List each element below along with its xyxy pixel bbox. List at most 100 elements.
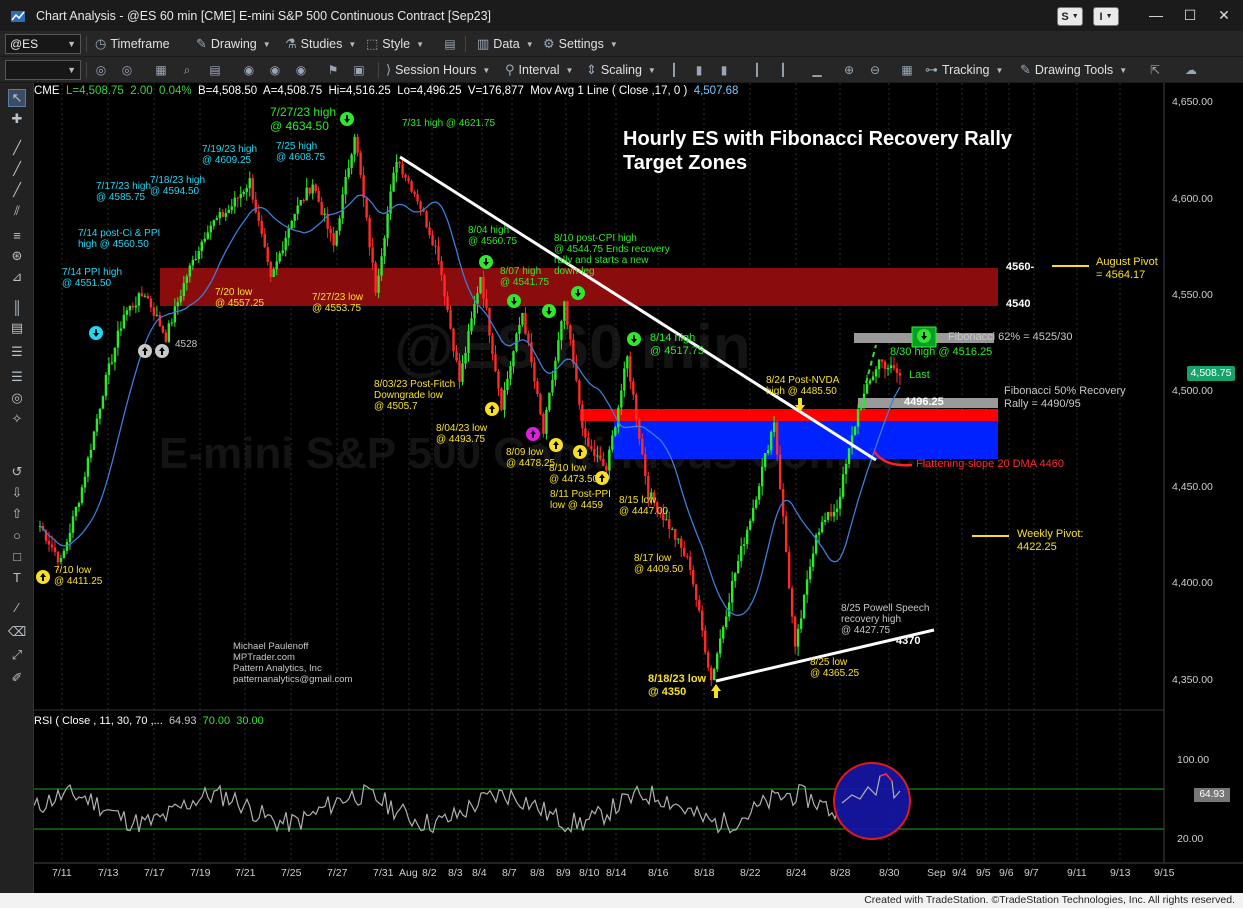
candle-body	[506, 378, 509, 391]
candle-body	[680, 538, 683, 548]
candle-body	[880, 359, 884, 362]
candle-body	[260, 220, 263, 235]
undo-icon[interactable]: ↺	[8, 463, 26, 481]
data-menu[interactable]: ▥ Data ▼	[477, 35, 534, 53]
candle-body	[560, 321, 563, 341]
hlc-icon[interactable]: ┃	[748, 61, 766, 79]
candle-body	[380, 256, 383, 276]
maximize-icon[interactable]: ☐	[1178, 4, 1202, 26]
candle-body	[722, 626, 725, 639]
ellipse-bars-icon[interactable]: ▤	[8, 319, 26, 337]
target3-icon[interactable]: ◉	[292, 61, 310, 79]
chart-app-icon	[11, 10, 25, 22]
annotation-4560: 4560-	[1006, 261, 1035, 273]
i-button[interactable]: I ▼	[1093, 7, 1119, 26]
price-label-4500: 4,500.00	[1172, 385, 1213, 397]
grid2-icon[interactable]: ▦	[898, 61, 916, 79]
measure-icon[interactable]: ⤢	[8, 646, 26, 664]
candle2-icon[interactable]: ▮	[715, 61, 733, 79]
candle-body	[146, 295, 150, 299]
zoom-out-icon[interactable]: ⊖	[866, 61, 884, 79]
text-icon[interactable]: T	[8, 568, 26, 586]
candle-body	[191, 259, 195, 266]
candle-icon[interactable]: ▮	[690, 61, 708, 79]
pointer-icon[interactable]: ↖	[8, 89, 26, 107]
drawing-tools-menu[interactable]: ✎ Drawing Tools ▼	[1020, 61, 1127, 79]
ray-icon[interactable]: ╱	[8, 181, 26, 199]
scaling-menu[interactable]: ⇕ Scaling ▼	[586, 61, 656, 79]
time-cycle-icon[interactable]: ☰	[8, 368, 26, 386]
s-button[interactable]: S ▼	[1057, 7, 1083, 26]
crosshair-icon[interactable]: ✚	[8, 110, 26, 128]
candle-body	[512, 351, 515, 367]
highlight-icon[interactable]: ✐	[8, 669, 26, 687]
eraser-icon[interactable]: ⌫	[8, 623, 26, 641]
interval-menu[interactable]: ⚲ Interval ▼	[505, 61, 573, 79]
target-icon[interactable]: ◉	[240, 61, 258, 79]
regression-icon[interactable]: ✧	[8, 410, 26, 428]
export-icon[interactable]: ⇱	[1146, 61, 1164, 79]
timeframe-menu[interactable]: ◷ Timeframe	[95, 35, 170, 53]
bars-tool-icon[interactable]: ║	[8, 298, 26, 316]
zoom-in-icon[interactable]: ⊕	[840, 61, 858, 79]
session-hours-menu[interactable]: ⟩ Session Hours ▼	[386, 61, 490, 79]
studies-menu[interactable]: ⚗ Studies ▼	[285, 35, 356, 53]
target2-icon[interactable]: ◉	[266, 61, 284, 79]
link2-icon[interactable]: ◎	[118, 61, 136, 79]
candle-body	[491, 335, 494, 355]
horizontal-icon[interactable]: ☰	[8, 343, 26, 361]
annotation-8-15-low: 8/15 low @ 4447.00	[619, 495, 669, 517]
time-axis-label: 7/25	[281, 867, 302, 879]
tracking-menu[interactable]: ⊶ Tracking ▼	[925, 61, 1003, 79]
price-chart[interactable]: @ES 60 min E-mini S&P 500 Continuous Con…	[34, 83, 1243, 893]
symbol-input[interactable]: @ES ▼	[5, 34, 81, 54]
settings-menu[interactable]: ⚙ Settings ▼	[543, 35, 618, 53]
arrow-down-icon[interactable]: ⇩	[8, 484, 26, 502]
sell-arrow-marker	[542, 304, 556, 318]
yellow-arrow-marker	[711, 684, 721, 698]
chat-icon[interactable]: ☁	[1182, 61, 1200, 79]
speedline-icon[interactable]: ⊿	[8, 268, 26, 286]
candle-body	[290, 220, 293, 229]
bar-type-icon[interactable]: ▤	[206, 61, 224, 79]
zoom-data-icon[interactable]: ⌕	[178, 61, 196, 79]
ohlc-icon[interactable]: ┃	[774, 61, 792, 79]
channel-icon[interactable]: ⫽	[8, 202, 26, 220]
rsi-label: RSI ( Close , 11, 30, 70 ,... 64.93 70.0…	[34, 715, 264, 727]
grid-icon[interactable]: ▦	[152, 61, 170, 79]
minimize-icon[interactable]: —	[1144, 4, 1168, 26]
candle-body	[185, 276, 189, 284]
candle-body	[134, 305, 138, 308]
link-icon[interactable]: ◎	[92, 61, 110, 79]
drawing-menu[interactable]: ✎ Drawing ▼	[196, 35, 271, 53]
candle-body	[847, 448, 851, 464]
time-axis-label: 8/9	[556, 867, 571, 879]
style-menu[interactable]: ⬚ Style ▼	[366, 35, 424, 53]
gann-icon[interactable]: ⊛	[8, 247, 26, 265]
layout-icon[interactable]: ▤	[441, 35, 459, 53]
interval-input[interactable]: ▼	[5, 60, 81, 80]
line-icon[interactable]: ╱	[8, 160, 26, 178]
candle-body	[410, 181, 413, 192]
time-axis-label: 9/11	[1067, 867, 1087, 879]
trendline-icon[interactable]: ╱	[8, 139, 26, 157]
volume-icon[interactable]: ▁	[808, 61, 826, 79]
arrow-up-icon[interactable]: ⇧	[8, 505, 26, 523]
circle-tool-icon[interactable]: ◎	[8, 389, 26, 407]
slash-icon[interactable]: ⁄	[8, 598, 26, 616]
ellipse-icon[interactable]: ○	[8, 526, 26, 544]
candle-body	[197, 251, 201, 259]
candle-body	[98, 408, 102, 419]
image-icon[interactable]: ▣	[350, 61, 368, 79]
candle-body	[895, 368, 899, 374]
chart-area[interactable]: @ES 60 min E-mini S&P 500 Continuous Con…	[34, 83, 1243, 893]
close-icon[interactable]: ✕	[1212, 4, 1236, 26]
candle-body	[844, 463, 848, 475]
sell-arrow-marker	[507, 294, 521, 308]
bar-chart-icon[interactable]: ┃	[665, 61, 683, 79]
rectangle-icon[interactable]: □	[8, 547, 26, 565]
candle-body	[686, 555, 689, 557]
fibonacci-icon[interactable]: ≡	[8, 226, 26, 244]
time-axis-label: Aug	[399, 867, 418, 879]
flag-icon[interactable]: ⚑	[324, 61, 342, 79]
